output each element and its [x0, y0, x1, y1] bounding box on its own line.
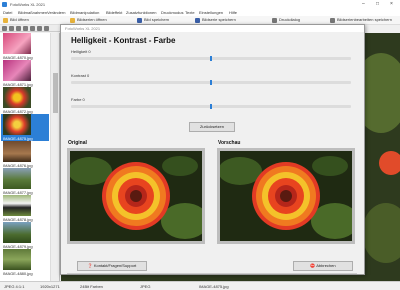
scrollbar-thumb[interactable] [53, 73, 58, 113]
menu-item-texte[interactable]: Texte [185, 10, 195, 15]
print-button[interactable]: Druckdialog [272, 17, 314, 24]
menu-item-veraendern[interactable]: Verändern [47, 10, 65, 15]
back-icon[interactable] [16, 26, 21, 31]
app-window: FotoWorks XL 2021 – □ × Datei Bildmaßnah… [0, 0, 400, 290]
help-icon: ❓ [87, 263, 93, 268]
save-icon [137, 18, 142, 23]
cancel-icon: ⛔ [310, 263, 316, 268]
thumbnail-item[interactable]: IMAGE-4879.jpg [1, 222, 49, 249]
thumbnail-image [3, 168, 31, 189]
thumbnail-image [3, 141, 31, 162]
window-title: FotoWorks XL 2021 [10, 2, 46, 7]
support-button[interactable]: ❓ Kontakt/Fragen/Support [77, 261, 147, 271]
minimize-icon[interactable]: – [362, 1, 365, 7]
batch-icon [330, 18, 335, 23]
status-type: JPEG [140, 284, 151, 289]
thumbnail-item[interactable]: IMAGE-4872.jpg [1, 87, 49, 114]
maximize-icon[interactable]: □ [376, 1, 379, 7]
thumbnail-item-selected[interactable]: IMAGE-4875.jpg [1, 114, 49, 141]
thumbnail-image [3, 249, 31, 270]
folder-stack-icon [70, 18, 75, 23]
thumbnail-item[interactable]: IMAGE-4876.jpg [1, 141, 49, 168]
open-image-button[interactable]: Bild öffnen [3, 17, 55, 24]
brightness-slider-thumb[interactable] [210, 56, 212, 61]
folder-up-icon[interactable] [2, 26, 7, 31]
status-format: JPEG 4:1:1 [4, 284, 25, 289]
contrast-label: Kontrast 0 [71, 73, 90, 78]
thumbnail-image [3, 60, 31, 81]
title-bar: FotoWorks XL 2021 – □ × [0, 0, 400, 9]
preview-label: Vorschau [218, 140, 241, 146]
save-stack-icon [195, 18, 200, 23]
color-label: Farbe 0 [71, 97, 85, 102]
thumbnail-item[interactable]: IMAGE-4871.jpg [1, 60, 49, 87]
folder-icon [3, 18, 8, 23]
open-series-button[interactable]: Bildserien öffnen [70, 17, 132, 24]
menu-item-einstellungen[interactable]: Einstellungen [199, 10, 223, 15]
thumbnail-item[interactable]: IMAGE-4877.jpg [1, 168, 49, 195]
menu-item-zusatzfunktionen[interactable]: Zusatzfunktionen [126, 10, 156, 15]
close-icon[interactable]: × [390, 1, 393, 7]
app-icon [2, 2, 7, 7]
original-image-panel [67, 148, 205, 244]
dialog-separator [67, 273, 357, 274]
thumbnail-image [3, 195, 31, 216]
dialog-heading: Helligkeit - Kontrast - Farbe [71, 36, 176, 45]
batch-save-button[interactable]: Bildserienbearbeiten speichern [330, 17, 400, 24]
menu-item-druckmodus[interactable]: Druckmodus [161, 10, 183, 15]
status-filename: IMAGE-4875.jpg [199, 284, 229, 289]
thumbnail-image [3, 114, 31, 135]
settings-icon[interactable] [44, 26, 49, 31]
brightness-contrast-dialog: FotoWorks XL 2021 Helligkeit - Kontrast … [60, 24, 365, 275]
color-slider-thumb[interactable] [210, 104, 212, 109]
preview-image-panel [217, 148, 355, 244]
preview-flower-image [220, 151, 352, 241]
status-colors: 24Bit Farben [80, 284, 103, 289]
status-dimensions: 1920x1271 [40, 284, 60, 289]
original-label: Original [68, 140, 87, 146]
thumbnail-image [3, 87, 31, 108]
thumbnail-image [3, 33, 31, 54]
reset-button[interactable]: Zurücksetzen [189, 122, 235, 132]
home-icon[interactable] [30, 26, 35, 31]
brightness-slider[interactable] [71, 56, 351, 61]
menu-item-bildeffekt[interactable]: Bildeffekt [106, 10, 122, 15]
thumbnail-image [3, 222, 31, 243]
contrast-slider[interactable] [71, 80, 351, 85]
contrast-slider-thumb[interactable] [210, 80, 212, 85]
printer-icon [272, 18, 277, 23]
view-icon[interactable] [37, 26, 42, 31]
save-image-button[interactable]: Bild speichern [137, 17, 187, 24]
menu-item-bildmassnahmen[interactable]: Bildmaßnahmen [18, 10, 47, 15]
original-flower-image [70, 151, 202, 241]
dialog-window-title: FotoWorks XL 2021 [65, 26, 101, 31]
status-bar: JPEG 4:1:1 1920x1271 24Bit Farben JPEG I… [0, 281, 400, 290]
forward-icon[interactable] [23, 26, 28, 31]
menu-bar: Datei Bildmaßnahmen Verändern Bildmanipu… [0, 9, 400, 16]
save-series-button[interactable]: Bildserie speichern [195, 17, 265, 24]
thumbnail-nav-bar [0, 25, 60, 32]
menu-item-datei[interactable]: Datei [3, 10, 12, 15]
thumbnail-item[interactable]: IMAGE-4878.jpg [1, 195, 49, 222]
refresh-icon[interactable] [9, 26, 14, 31]
thumbnail-item[interactable]: IMAGE-4880.jpg [1, 249, 49, 276]
thumbnail-item[interactable]: IMAGE-4870.jpg [1, 33, 49, 60]
brightness-label: Helligkeit 0 [71, 49, 91, 54]
thumbnail-scrollbar[interactable] [50, 33, 59, 281]
color-slider[interactable] [71, 104, 351, 109]
dialog-title-bar: FotoWorks XL 2021 [61, 25, 364, 32]
menu-item-bildmanipulation[interactable]: Bildmanipulation [70, 10, 99, 15]
menu-item-hilfe[interactable]: Hilfe [229, 10, 237, 15]
cancel-button[interactable]: ⛔ Abbrechen [293, 261, 353, 271]
